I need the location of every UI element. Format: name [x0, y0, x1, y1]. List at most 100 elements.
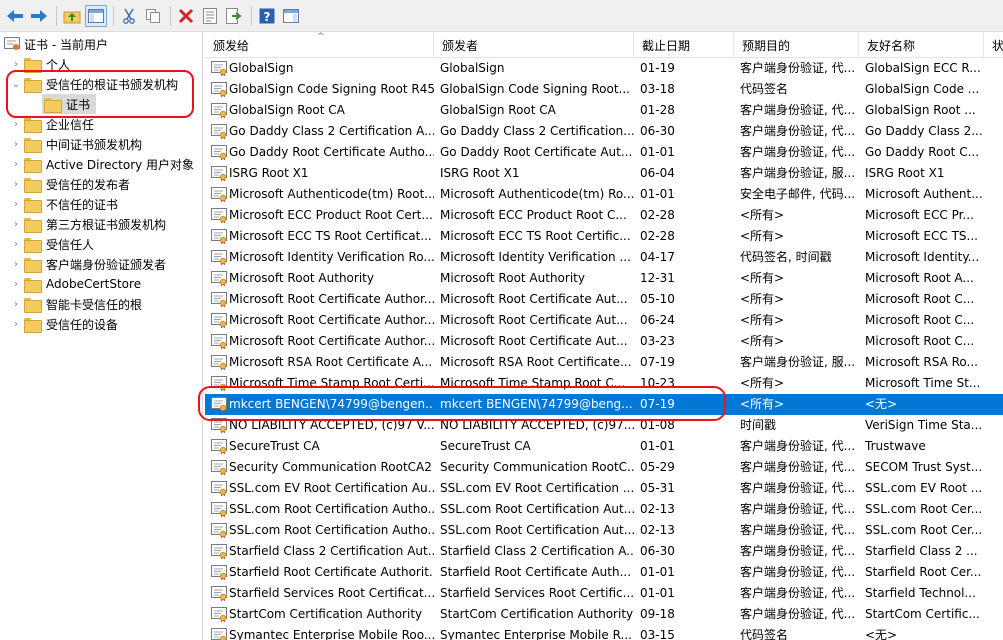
table-row[interactable]: Go Daddy Class 2 Certification A... Go Da… [205, 121, 1003, 142]
tree-item-trusted-people[interactable]: › 受信任人 [10, 234, 94, 254]
cell-purposes: <所有> [740, 208, 785, 222]
table-row[interactable]: Microsoft RSA Root Certificate A... Micro… [205, 352, 1003, 373]
table-row[interactable]: Microsoft Time Stamp Root Certi... Micros… [205, 373, 1003, 394]
tree-item-smart-card-root[interactable]: › 智能卡受信任的根 [10, 294, 142, 314]
cell-friendly-name: Trustwave [865, 439, 926, 453]
cell-issued-to: Microsoft Root Certificate Author... [229, 334, 434, 348]
chevron-right-icon[interactable]: › [10, 214, 22, 234]
copy-icon[interactable] [142, 5, 164, 27]
tree-item-third-party-root[interactable]: › 第三方根证书颁发机构 [10, 214, 166, 234]
cell-expiration: 01-08 [640, 418, 675, 432]
tree-item-trusted-devices[interactable]: › 受信任的设备 [10, 314, 118, 334]
certificate-icon [211, 544, 227, 560]
table-row[interactable]: Microsoft Root Certificate Author... Micr… [205, 289, 1003, 310]
folder-icon [24, 197, 42, 213]
properties-icon[interactable] [199, 5, 221, 27]
cell-friendly-name: Go Daddy Class 2... [865, 124, 983, 138]
folder-icon [24, 297, 42, 313]
table-row[interactable]: Starfield Services Root Certificat... Sta… [205, 583, 1003, 604]
cut-icon[interactable] [118, 5, 140, 27]
chevron-right-icon[interactable]: › [10, 254, 22, 274]
chevron-right-icon[interactable]: › [10, 234, 22, 254]
chevron-right-icon[interactable]: › [10, 54, 22, 74]
cell-purposes: <所有> [740, 229, 785, 243]
cell-friendly-name: Go Daddy Root C... [865, 145, 980, 159]
table-row[interactable]: SSL.com Root Certification Autho... SSL.c… [205, 499, 1003, 520]
table-row[interactable]: Microsoft Root Authority Microsoft Root A… [205, 268, 1003, 289]
tree-item-active-directory[interactable]: › Active Directory 用户对象 [10, 154, 194, 174]
cell-issued-by: Microsoft Root Certificate Aut... [440, 313, 628, 327]
cell-expiration: 06-04 [640, 166, 675, 180]
cell-issued-to: Starfield Class 2 Certification Aut... [229, 544, 434, 558]
column-header-label: 颁发给 [213, 38, 250, 53]
tree-root[interactable]: 证书 - 当前用户 [4, 34, 108, 54]
column-header-issued-by[interactable]: 颁发者 [434, 32, 634, 58]
table-row[interactable]: ISRG Root X1 ISRG Root X1 06-04 客户端身份验证, 服.… [205, 163, 1003, 184]
tree-item-certificates[interactable]: 证书 [42, 94, 97, 114]
table-row[interactable]: SecureTrust CA SecureTrust CA 01-01 客户端身份验证… [205, 436, 1003, 457]
column-header-expiration[interactable]: 截止日期 [634, 32, 734, 58]
cell-friendly-name: ISRG Root X1 [865, 166, 945, 180]
column-header-status[interactable]: 状 [984, 32, 1003, 58]
column-header-label: 友好名称 [867, 38, 916, 53]
cell-friendly-name: Microsoft ECC TS... [865, 229, 978, 243]
column-header-friendly-name[interactable]: 友好名称 [859, 32, 984, 58]
column-header-issued-to[interactable]: 颁发给 ^ [205, 32, 434, 58]
tree-item-untrusted[interactable]: › 不信任的证书 [10, 194, 118, 214]
table-row[interactable]: Go Daddy Root Certificate Autho... Go Dad… [205, 142, 1003, 163]
tree-item-adobecertstore[interactable]: › AdobeCertStore [10, 274, 141, 294]
table-row[interactable]: mkcert BENGEN\74799@bengen... mkcert BENG… [205, 394, 1003, 415]
up-folder-icon[interactable] [61, 5, 83, 27]
tree-item-trusted-root[interactable]: ⌄ 受信任的根证书颁发机构 [10, 74, 178, 94]
chevron-right-icon[interactable]: › [10, 134, 22, 154]
table-row[interactable]: Microsoft Root Certificate Author... Micr… [205, 310, 1003, 331]
cell-friendly-name: GlobalSign Code ... [865, 82, 980, 96]
chevron-right-icon[interactable]: › [10, 174, 22, 194]
table-row[interactable]: Microsoft ECC TS Root Certificat... Micro… [205, 226, 1003, 247]
cell-expiration: 05-29 [640, 460, 675, 474]
export-list-icon[interactable] [223, 5, 245, 27]
help-icon[interactable]: ? [256, 5, 278, 27]
delete-icon[interactable] [175, 5, 197, 27]
table-row[interactable]: Starfield Root Certificate Authorit... St… [205, 562, 1003, 583]
chevron-down-icon[interactable]: ⌄ [10, 74, 22, 94]
tree-item-label: 智能卡受信任的根 [46, 297, 143, 312]
table-row[interactable]: Microsoft Authenticode(tm) Root... Micros… [205, 184, 1003, 205]
table-row[interactable]: Symantec Enterprise Mobile Roo... Symante… [205, 625, 1003, 640]
table-row[interactable]: SSL.com EV Root Certification Au... SSL.c… [205, 478, 1003, 499]
tree-item-trusted-publishers[interactable]: › 受信任的发布者 [10, 174, 130, 194]
chevron-right-icon[interactable]: › [10, 194, 22, 214]
table-row[interactable]: NO LIABILITY ACCEPTED, (c)97 V... NO LIAB… [205, 415, 1003, 436]
table-row[interactable]: StartCom Certification Authority StartCom… [205, 604, 1003, 625]
chevron-right-icon[interactable]: › [10, 154, 22, 174]
cell-issued-by: Microsoft Root Certificate Aut... [440, 334, 628, 348]
cell-purposes: 客户端身份验证, 代... [740, 124, 856, 138]
table-row[interactable]: SSL.com Root Certification Autho... SSL.c… [205, 520, 1003, 541]
cell-friendly-name: Microsoft RSA Ro... [865, 355, 978, 369]
cell-issued-to: Starfield Services Root Certificat... [229, 586, 434, 600]
chevron-right-icon[interactable]: › [10, 274, 22, 294]
column-header-purposes[interactable]: 预期目的 [734, 32, 859, 58]
chevron-right-icon[interactable]: › [10, 294, 22, 314]
cell-issued-to: Microsoft Root Authority [229, 271, 374, 285]
certificate-icon [211, 124, 227, 140]
table-row[interactable]: GlobalSign Root CA GlobalSign Root CA 01-2… [205, 100, 1003, 121]
table-row[interactable]: Microsoft ECC Product Root Cert... Micros… [205, 205, 1003, 226]
table-row[interactable]: Microsoft Root Certificate Author... Micr… [205, 331, 1003, 352]
chevron-right-icon[interactable]: › [10, 314, 22, 334]
back-arrow-icon[interactable] [4, 5, 26, 27]
table-row[interactable]: GlobalSign Code Signing Root R45 GlobalSi… [205, 79, 1003, 100]
table-row[interactable]: Security Communication RootCA2 Security C… [205, 457, 1003, 478]
tree-item-enterprise-trust[interactable]: › 企业信任 [10, 114, 94, 134]
cell-friendly-name: Starfield Technol... [865, 586, 976, 600]
show-hide-tree-icon[interactable] [85, 4, 107, 27]
tree-item-personal[interactable]: › 个人 [10, 54, 70, 74]
tree-item-intermediate-ca[interactable]: › 中间证书颁发机构 [10, 134, 142, 154]
chevron-right-icon[interactable]: › [10, 114, 22, 134]
table-row[interactable]: GlobalSign GlobalSign 01-19 客户端身份验证, 代... Gl… [205, 58, 1003, 79]
table-row[interactable]: Microsoft Identity Verification Ro... Mic… [205, 247, 1003, 268]
tree-item-client-auth-issuers[interactable]: › 客户端身份验证颁发者 [10, 254, 166, 274]
table-row[interactable]: Starfield Class 2 Certification Aut... St… [205, 541, 1003, 562]
action-pane-icon[interactable] [280, 5, 302, 27]
forward-arrow-icon[interactable] [28, 5, 50, 27]
